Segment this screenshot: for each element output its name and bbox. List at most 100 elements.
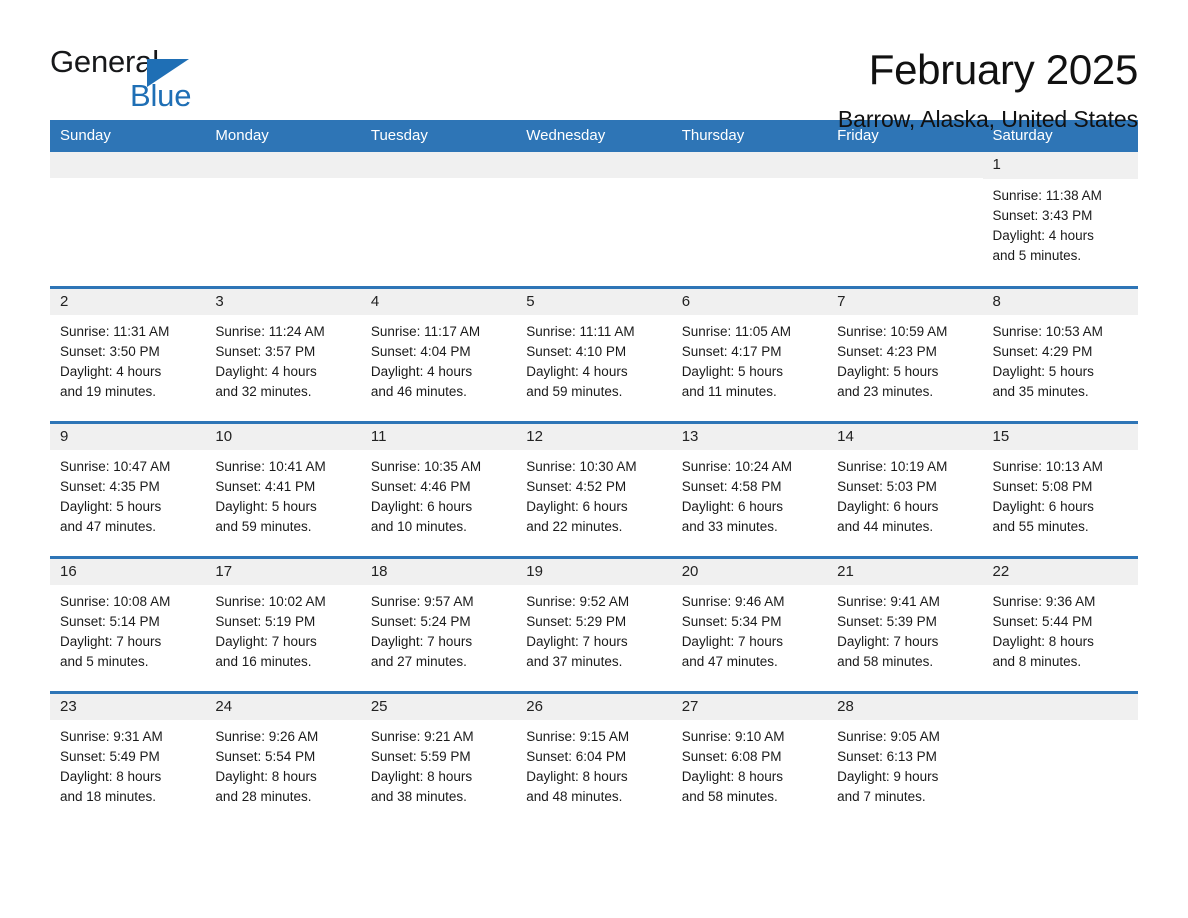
day-number: [516, 152, 672, 178]
sunrise-text: Sunrise: 10:19 AM: [837, 459, 948, 475]
calendar-day-cell[interactable]: 27 Sunrise: 9:10 AM Sunset: 6:08 PM Dayligh…: [671, 690, 828, 827]
daylight-text-line1: Daylight: 8 hours: [681, 769, 783, 785]
daylight-text-line2: and 19 minutes.: [60, 384, 157, 400]
day-number: 25: [360, 693, 517, 721]
sunset-text: Sunset: 4:52 PM: [526, 479, 627, 495]
day-number: 1: [982, 152, 1138, 179]
sunset-text: Sunset: 6:13 PM: [837, 749, 937, 765]
sunset-text: Sunset: 4:58 PM: [681, 479, 782, 495]
daylight-text-line2: and 16 minutes.: [215, 654, 312, 670]
day-details: Sunrise: 10:19 AM Sunset: 5:03 PM Daylight…: [827, 450, 982, 537]
sunset-text: Sunset: 3:50 PM: [60, 344, 160, 360]
sunrise-text: Sunrise: 10:53 AM: [992, 324, 1103, 340]
calendar-day-cell[interactable]: 23 Sunrise: 9:31 AM Sunset: 5:49 PM Dayligh…: [50, 690, 206, 827]
daylight-text-line2: and 47 minutes.: [60, 519, 157, 535]
daylight-text-line2: and 7 minutes.: [837, 789, 926, 805]
calendar-day-cell[interactable]: 16 Sunrise: 10:08 AM Sunset: 5:14 PM Daylig…: [50, 555, 206, 692]
daylight-text-line1: Daylight: 6 hours: [837, 499, 939, 515]
sunrise-text: Sunrise: 9:31 AM: [60, 729, 163, 745]
calendar-day-cell[interactable]: 22 Sunrise: 9:36 AM Sunset: 5:44 PM Dayligh…: [982, 555, 1138, 692]
day-details: Sunrise: 10:02 AM Sunset: 5:19 PM Daylight…: [205, 585, 360, 672]
calendar-day-cell[interactable]: 21 Sunrise: 9:41 AM Sunset: 5:39 PM Dayligh…: [827, 555, 983, 692]
day-details: Sunrise: 11:31 AM Sunset: 3:50 PM Daylight…: [50, 315, 205, 402]
calendar-page: General Blue February 2025 Barrow, Alask…: [0, 0, 1188, 918]
day-details: Sunrise: 9:05 AM Sunset: 6:13 PM Daylight:…: [827, 720, 982, 807]
sunrise-text: Sunrise: 11:05 AM: [681, 324, 791, 340]
sunset-text: Sunset: 5:34 PM: [681, 614, 782, 630]
daylight-text-line2: and 35 minutes.: [992, 384, 1089, 400]
day-number: [360, 152, 517, 178]
day-number: 19: [516, 558, 672, 586]
calendar-day-cell[interactable]: 2 Sunrise: 11:31 AM Sunset: 3:50 PM Dayligh…: [50, 285, 206, 422]
calendar-day-cell-empty: [827, 152, 983, 287]
calendar-day-cell[interactable]: 18 Sunrise: 9:57 AM Sunset: 5:24 PM Dayligh…: [360, 555, 517, 692]
sunrise-text: Sunrise: 11:11 AM: [526, 324, 635, 340]
general-blue-logo[interactable]: General Blue: [50, 46, 250, 118]
day-details: Sunrise: 10:53 AM Sunset: 4:29 PM Daylight…: [983, 315, 1138, 402]
day-number: 2: [50, 288, 206, 316]
page-header: General Blue February 2025 Barrow, Alask…: [50, 0, 1138, 132]
calendar-day-cell[interactable]: 9 Sunrise: 10:47 AM Sunset: 4:35 PM Dayligh…: [50, 420, 206, 557]
daylight-text-line1: Daylight: 9 hours: [837, 769, 939, 785]
sunset-text: Sunset: 4:17 PM: [681, 344, 782, 360]
calendar-day-cell[interactable]: 6 Sunrise: 11:05 AM Sunset: 4:17 PM Dayligh…: [671, 285, 828, 422]
sunset-text: Sunset: 3:57 PM: [215, 344, 316, 360]
day-details: Sunrise: 10:59 AM Sunset: 4:23 PM Daylight…: [827, 315, 982, 402]
sunset-text: Sunset: 5:24 PM: [370, 614, 471, 630]
sunrise-sunset-calendar: Sunday Monday Tuesday Wednesday Thursday…: [50, 120, 1138, 827]
sunset-text: Sunset: 5:59 PM: [370, 749, 471, 765]
calendar-day-cell[interactable]: 20 Sunrise: 9:46 AM Sunset: 5:34 PM Dayligh…: [671, 555, 828, 692]
calendar-day-cell[interactable]: 17 Sunrise: 10:02 AM Sunset: 5:19 PM Daylig…: [205, 555, 361, 692]
day-details: Sunrise: 10:24 AM Sunset: 4:58 PM Daylight…: [672, 450, 827, 537]
daylight-text-line2: and 44 minutes.: [837, 519, 934, 535]
calendar-day-cell[interactable]: 19 Sunrise: 9:52 AM Sunset: 5:29 PM Dayligh…: [516, 555, 672, 692]
calendar-day-cell[interactable]: 14 Sunrise: 10:19 AM Sunset: 5:03 PM Daylig…: [827, 420, 983, 557]
day-details: Sunrise: 9:15 AM Sunset: 6:04 PM Daylight:…: [516, 720, 671, 807]
sunset-text: Sunset: 4:23 PM: [837, 344, 937, 360]
calendar-day-cell-empty: [205, 152, 361, 287]
daylight-text-line1: Daylight: 8 hours: [370, 769, 473, 785]
day-details: Sunrise: 11:17 AM Sunset: 4:04 PM Daylight…: [361, 315, 516, 402]
calendar-day-cell[interactable]: 28 Sunrise: 9:05 AM Sunset: 6:13 PM Dayligh…: [827, 690, 983, 827]
calendar-day-cell[interactable]: 1 Sunrise: 11:38 AM Sunset: 3:43 PM Dayligh…: [982, 152, 1138, 287]
sunset-text: Sunset: 4:10 PM: [526, 344, 627, 360]
calendar-day-cell[interactable]: 5 Sunrise: 11:11 AM Sunset: 4:10 PM Dayligh…: [516, 285, 672, 422]
calendar-week-row: 16 Sunrise: 10:08 AM Sunset: 5:14 PM Daylig…: [50, 555, 1138, 692]
daylight-text-line1: Daylight: 7 hours: [681, 634, 783, 650]
day-number: 8: [982, 288, 1138, 316]
day-details: Sunrise: 11:11 AM Sunset: 4:10 PM Daylight…: [516, 315, 671, 402]
calendar-day-cell[interactable]: 13 Sunrise: 10:24 AM Sunset: 4:58 PM Daylig…: [671, 420, 828, 557]
daylight-text-line2: and 18 minutes.: [60, 789, 157, 805]
sunrise-text: Sunrise: 10:30 AM: [526, 459, 637, 475]
sunrise-text: Sunrise: 10:59 AM: [837, 324, 948, 340]
logo-text-general: General: [50, 44, 159, 79]
day-details: Sunrise: 11:38 AM Sunset: 3:43 PM Daylight…: [983, 179, 1138, 266]
calendar-day-cell[interactable]: 4 Sunrise: 11:17 AM Sunset: 4:04 PM Dayligh…: [360, 285, 517, 422]
calendar-day-cell[interactable]: 3 Sunrise: 11:24 AM Sunset: 3:57 PM Dayligh…: [205, 285, 361, 422]
calendar-day-cell[interactable]: 25 Sunrise: 9:21 AM Sunset: 5:59 PM Dayligh…: [360, 690, 517, 827]
day-number: 28: [827, 693, 983, 721]
daylight-text-line1: Daylight: 5 hours: [681, 364, 783, 380]
calendar-day-cell[interactable]: 24 Sunrise: 9:26 AM Sunset: 5:54 PM Dayligh…: [205, 690, 361, 827]
calendar-day-cell[interactable]: 7 Sunrise: 10:59 AM Sunset: 4:23 PM Dayligh…: [827, 285, 983, 422]
calendar-week-row: 23 Sunrise: 9:31 AM Sunset: 5:49 PM Dayligh…: [50, 690, 1138, 827]
sunrise-text: Sunrise: 9:41 AM: [837, 594, 940, 610]
location-subtitle: Barrow, Alaska, United States: [837, 106, 1138, 133]
calendar-day-cell[interactable]: 10 Sunrise: 10:41 AM Sunset: 4:41 PM Daylig…: [205, 420, 361, 557]
sunrise-text: Sunrise: 9:10 AM: [681, 729, 785, 745]
calendar-day-cell[interactable]: 26 Sunrise: 9:15 AM Sunset: 6:04 PM Dayligh…: [516, 690, 672, 827]
calendar-day-cell[interactable]: 11 Sunrise: 10:35 AM Sunset: 4:46 PM Daylig…: [360, 420, 517, 557]
daylight-text-line2: and 47 minutes.: [681, 654, 778, 670]
calendar-day-cell[interactable]: 15 Sunrise: 10:13 AM Sunset: 5:08 PM Daylig…: [982, 420, 1138, 557]
sunrise-text: Sunrise: 9:52 AM: [526, 594, 630, 610]
sunset-text: Sunset: 6:04 PM: [526, 749, 627, 765]
day-number: [671, 152, 828, 178]
day-details: Sunrise: 9:41 AM Sunset: 5:39 PM Daylight:…: [827, 585, 982, 672]
calendar-day-cell-empty: [360, 152, 517, 287]
sunset-text: Sunset: 5:39 PM: [837, 614, 937, 630]
sunrise-text: Sunrise: 10:02 AM: [215, 594, 326, 610]
calendar-day-cell[interactable]: 12 Sunrise: 10:30 AM Sunset: 4:52 PM Daylig…: [516, 420, 672, 557]
calendar-day-cell[interactable]: 8 Sunrise: 10:53 AM Sunset: 4:29 PM Dayligh…: [982, 285, 1138, 422]
daylight-text-line2: and 27 minutes.: [370, 654, 467, 670]
daylight-text-line2: and 38 minutes.: [370, 789, 467, 805]
